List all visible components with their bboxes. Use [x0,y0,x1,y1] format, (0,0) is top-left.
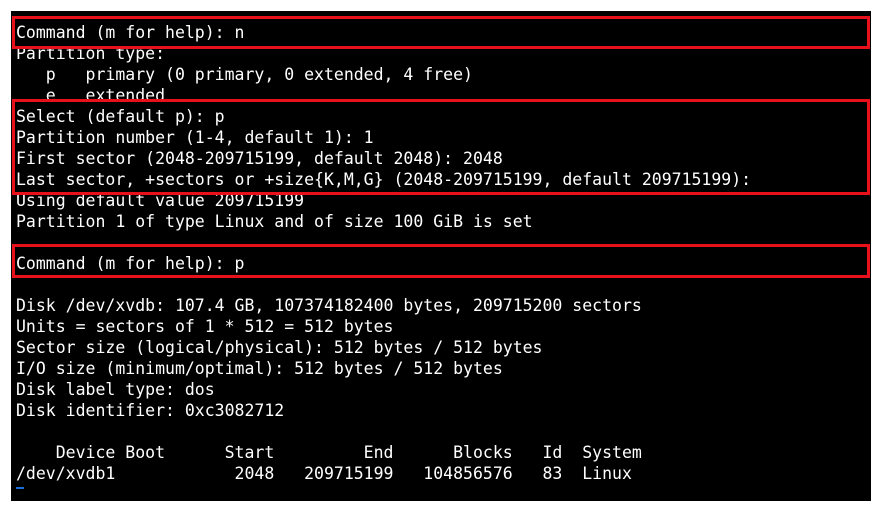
terminal-line-command-p: Command (m for help): p [16,254,245,273]
terminal-line-first-sector: First sector (2048-209715199, default 20… [16,149,503,168]
terminal-line-command-n: Command (m for help): n [16,23,245,42]
terminal-line-units: Units = sectors of 1 * 512 = 512 bytes [16,317,394,336]
partition-table-row: /dev/xvdb1 2048 209715199 104856576 83 L… [16,464,632,483]
terminal-line-sector-size: Sector size (logical/physical): 512 byte… [16,338,543,357]
terminal-line-extended-option: e extended [16,86,166,105]
terminal-line-disk-identifier: Disk identifier: 0xc3082712 [16,401,285,420]
terminal-line-select-default: Select (default p): p [16,107,225,126]
terminal-line-partition-type: Partition type: [16,44,166,63]
terminal-line-disk-info: Disk /dev/xvdb: 107.4 GB, 107374182400 b… [16,296,642,315]
terminal-line-io-size: I/O size (minimum/optimal): 512 bytes / … [16,359,503,378]
terminal-window[interactable]: Command (m for help): n Partition type: … [11,11,871,501]
terminal-line-using-default: Using default value 209715199 [16,191,305,210]
terminal-line-partition-number: Partition number (1-4, default 1): 1 [16,128,374,147]
terminal-line-label-type: Disk label type: dos [16,380,215,399]
terminal-line-primary-option: p primary (0 primary, 0 extended, 4 free… [16,65,473,84]
terminal-cursor [16,487,24,489]
terminal-line-partition-set: Partition 1 of type Linux and of size 10… [16,212,533,231]
terminal-line-last-sector: Last sector, +sectors or +size{K,M,G} (2… [16,170,752,189]
partition-table-header: Device Boot Start End Blocks Id System [16,443,642,462]
